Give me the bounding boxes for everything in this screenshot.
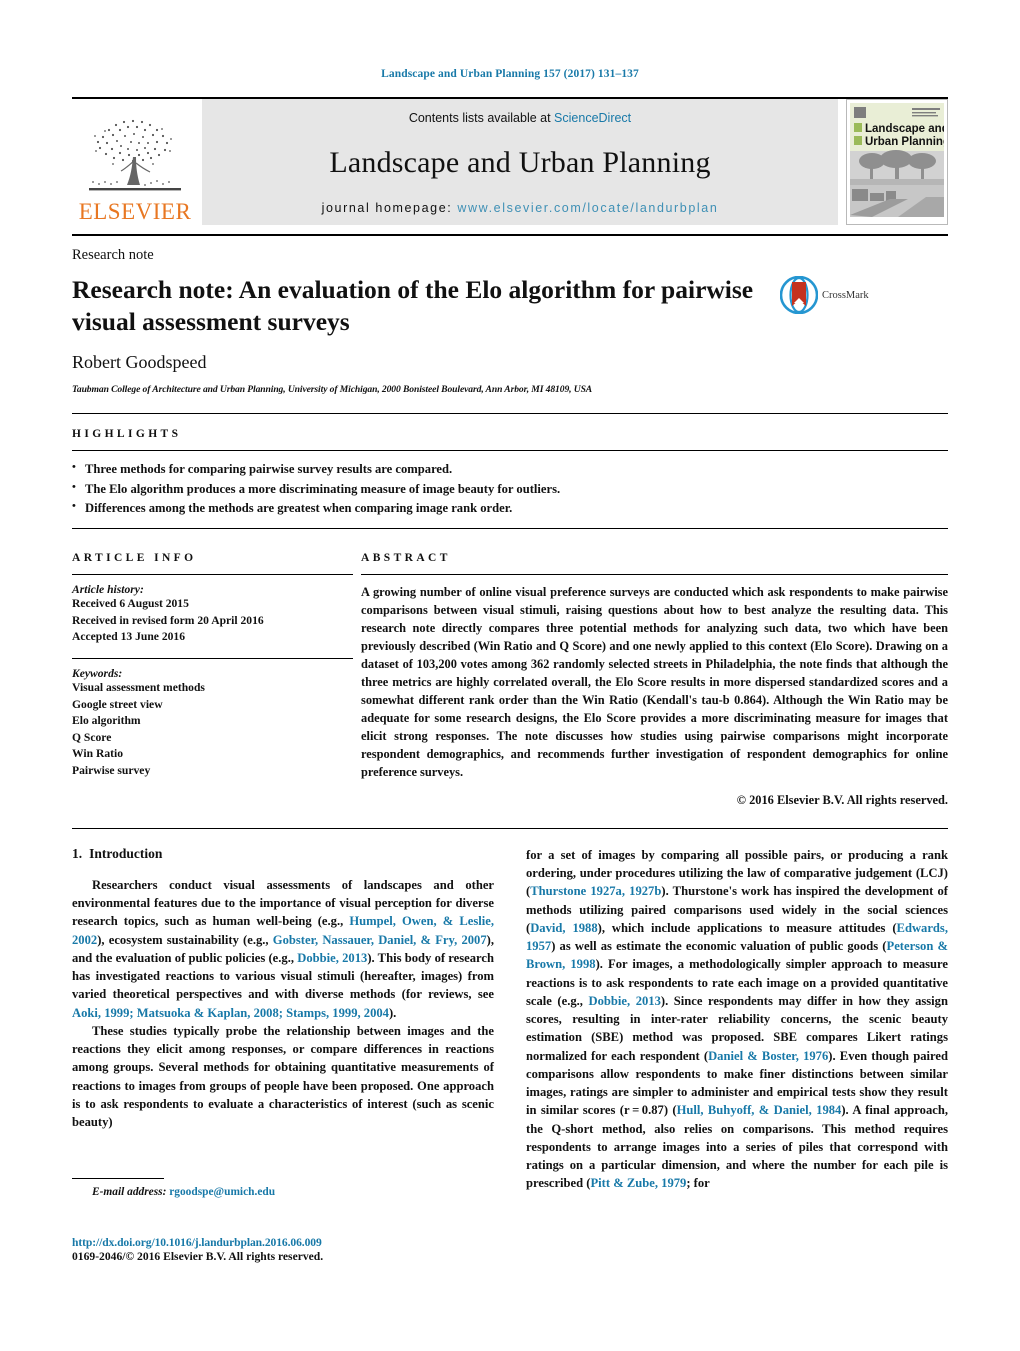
- running-head: Landscape and Urban Planning 157 (2017) …: [381, 68, 639, 80]
- keyword-item: Elo algorithm: [72, 714, 141, 728]
- journal-homepage-line: journal homepage: www.elsevier.com/locat…: [322, 201, 719, 215]
- paragraph-text: ) as well as estimate the economic valua…: [551, 939, 887, 954]
- footnote-area: E-mail address: rgoodspe@umich.edu: [72, 1178, 494, 1198]
- doi-block: http://dx.doi.org/10.1016/j.landurbplan.…: [72, 1236, 572, 1263]
- contents-lists-line: Contents lists available at ScienceDirec…: [409, 111, 631, 125]
- article-info-column: ARTICLE INFO Article history: Received 6…: [72, 552, 353, 808]
- citation-link[interactable]: Daniel & Boster, 1976: [708, 1049, 828, 1063]
- list-item: The Elo algorithm produces a more discri…: [72, 479, 948, 499]
- doi-link[interactable]: http://dx.doi.org/10.1016/j.landurbplan.…: [72, 1236, 572, 1249]
- article-kind: Research note: [72, 247, 154, 263]
- keyword-item: Win Ratio: [72, 747, 123, 761]
- keyword-item: Q Score: [72, 730, 112, 744]
- article-history-item: Received 6 August 2015: [72, 597, 189, 611]
- article-history-item: Received in revised form 20 April 2016: [72, 613, 264, 627]
- sciencedirect-link[interactable]: ScienceDirect: [554, 111, 631, 125]
- keywords-label: Keywords:: [72, 667, 123, 681]
- journal-article-page: Landscape and Urban Planning 157 (2017) …: [0, 0, 1020, 1351]
- journal-homepage-link[interactable]: www.elsevier.com/locate/landurbplan: [457, 201, 718, 215]
- journal-title: Landscape and Urban Planning: [329, 146, 711, 179]
- section-heading: 1. Introduction: [72, 846, 494, 862]
- page-title: Research note: An evaluation of the Elo …: [72, 275, 754, 337]
- column-gap: [353, 552, 361, 808]
- highlights-list: Three methods for comparing pairwise sur…: [72, 451, 948, 528]
- contents-prefix: Contents lists available at: [408, 111, 555, 125]
- body-columns: 1. Introduction Researchers conduct visua…: [72, 846, 948, 1193]
- article-history-item: Accepted 13 June 2016: [72, 629, 186, 643]
- journal-masthead: ELSEVIER Contents lists available at Sci…: [72, 97, 950, 225]
- email-link[interactable]: rgoodspe@umich.edu: [169, 1186, 275, 1198]
- keyword-item: Google street view: [72, 697, 163, 711]
- abstract-text: A growing number of online visual prefer…: [361, 585, 948, 779]
- keyword-item: Visual assessment methods: [72, 681, 205, 695]
- article-info-heading: ARTICLE INFO: [72, 552, 197, 565]
- keyword-item: Pairwise survey: [72, 763, 151, 777]
- author-affiliation: Taubman College of Architecture and Urba…: [72, 384, 593, 396]
- footnote-rule: [72, 1178, 164, 1179]
- email-label: E-mail address:: [92, 1186, 167, 1198]
- crossmark-badge[interactable]: CrossMark: [780, 276, 869, 314]
- masthead-center: Contents lists available at ScienceDirec…: [202, 99, 838, 225]
- highlights-heading: HIGHLIGHTS: [72, 428, 182, 441]
- keywords-rule: [72, 658, 353, 660]
- list-item: Three methods for comparing pairwise sur…: [72, 459, 948, 479]
- body-top-rule: [72, 827, 948, 829]
- crossmark-icon: [780, 276, 818, 314]
- masthead-bottom-rule: [72, 234, 948, 236]
- cover-artwork: Landscape and Urban Planning: [850, 103, 950, 217]
- elsevier-logo: ELSEVIER: [72, 99, 198, 225]
- section-title-text: Introduction: [89, 845, 163, 861]
- citation-link[interactable]: Thurstone 1927a, 1927b: [530, 884, 661, 898]
- page-content: Landscape and Urban Planning 157 (2017) …: [72, 0, 950, 1193]
- title-row: Research note: An evaluation of the Elo …: [72, 274, 948, 338]
- paragraph-text: ), which include applications to measure…: [597, 920, 897, 935]
- abstract-rule: [361, 574, 948, 576]
- citation-link[interactable]: Hull, Buhyoff, & Daniel, 1984: [677, 1103, 842, 1117]
- journal-cover-thumbnail: Landscape and Urban Planning: [846, 99, 950, 225]
- svg-text:Landscape and: Landscape and: [865, 123, 944, 135]
- issn-copyright: 0169-2046/© 2016 Elsevier B.V. All right…: [72, 1250, 324, 1263]
- article-history-label: Article history:: [72, 583, 144, 597]
- elsevier-tree-icon: [89, 119, 181, 191]
- citation-link[interactable]: Gobster, Nassauer, Daniel, & Fry, 2007: [273, 933, 487, 947]
- article-info-rule: [72, 574, 353, 576]
- crossmark-label: CrossMark: [822, 289, 869, 301]
- svg-text:Urban Planning: Urban Planning: [865, 136, 944, 148]
- paragraph-text: ).: [388, 1005, 397, 1020]
- article-info-abstract-section: ARTICLE INFO Article history: Received 6…: [72, 552, 948, 808]
- citation-link[interactable]: Aoki, 1999; Matsuoka & Kaplan, 2008; Sta…: [72, 1006, 389, 1020]
- body-column-left: 1. Introduction Researchers conduct visua…: [72, 846, 494, 1193]
- paragraph-text: These studies typically probe the relati…: [72, 1023, 494, 1130]
- paragraph: Researchers conduct visual assessments o…: [72, 876, 494, 1022]
- highlights-top-rule: [72, 413, 948, 415]
- email-footnote: E-mail address: rgoodspe@umich.edu: [72, 1186, 494, 1198]
- abstract-copyright: © 2016 Elsevier B.V. All rights reserved…: [736, 792, 948, 807]
- abstract-heading: ABSTRACT: [361, 552, 451, 565]
- author-name: Robert Goodspeed: [72, 352, 207, 373]
- homepage-prefix: journal homepage:: [321, 201, 458, 215]
- citation-link[interactable]: David, 1988: [530, 921, 597, 935]
- paragraph: These studies typically probe the relati…: [72, 1022, 494, 1132]
- section-number: 1.: [72, 845, 83, 861]
- body-column-right: for a set of images by comparing all pos…: [526, 846, 948, 1193]
- elsevier-wordmark: ELSEVIER: [78, 199, 192, 224]
- paragraph-text: ; for: [686, 1176, 710, 1191]
- citation-link[interactable]: Dobbie, 2013: [589, 994, 661, 1008]
- highlights-bottom-rule: [72, 528, 948, 530]
- paragraph-text: ), ecosystem sustainability (e.g.,: [97, 932, 273, 947]
- abstract-column: ABSTRACT A growing number of online visu…: [361, 552, 948, 808]
- citation-link[interactable]: Dobbie, 2013: [297, 951, 367, 965]
- paragraph: for a set of images by comparing all pos…: [526, 846, 948, 1193]
- list-item: Differences among the methods are greate…: [72, 498, 948, 518]
- citation-link[interactable]: Pitt & Zube, 1979: [590, 1176, 686, 1190]
